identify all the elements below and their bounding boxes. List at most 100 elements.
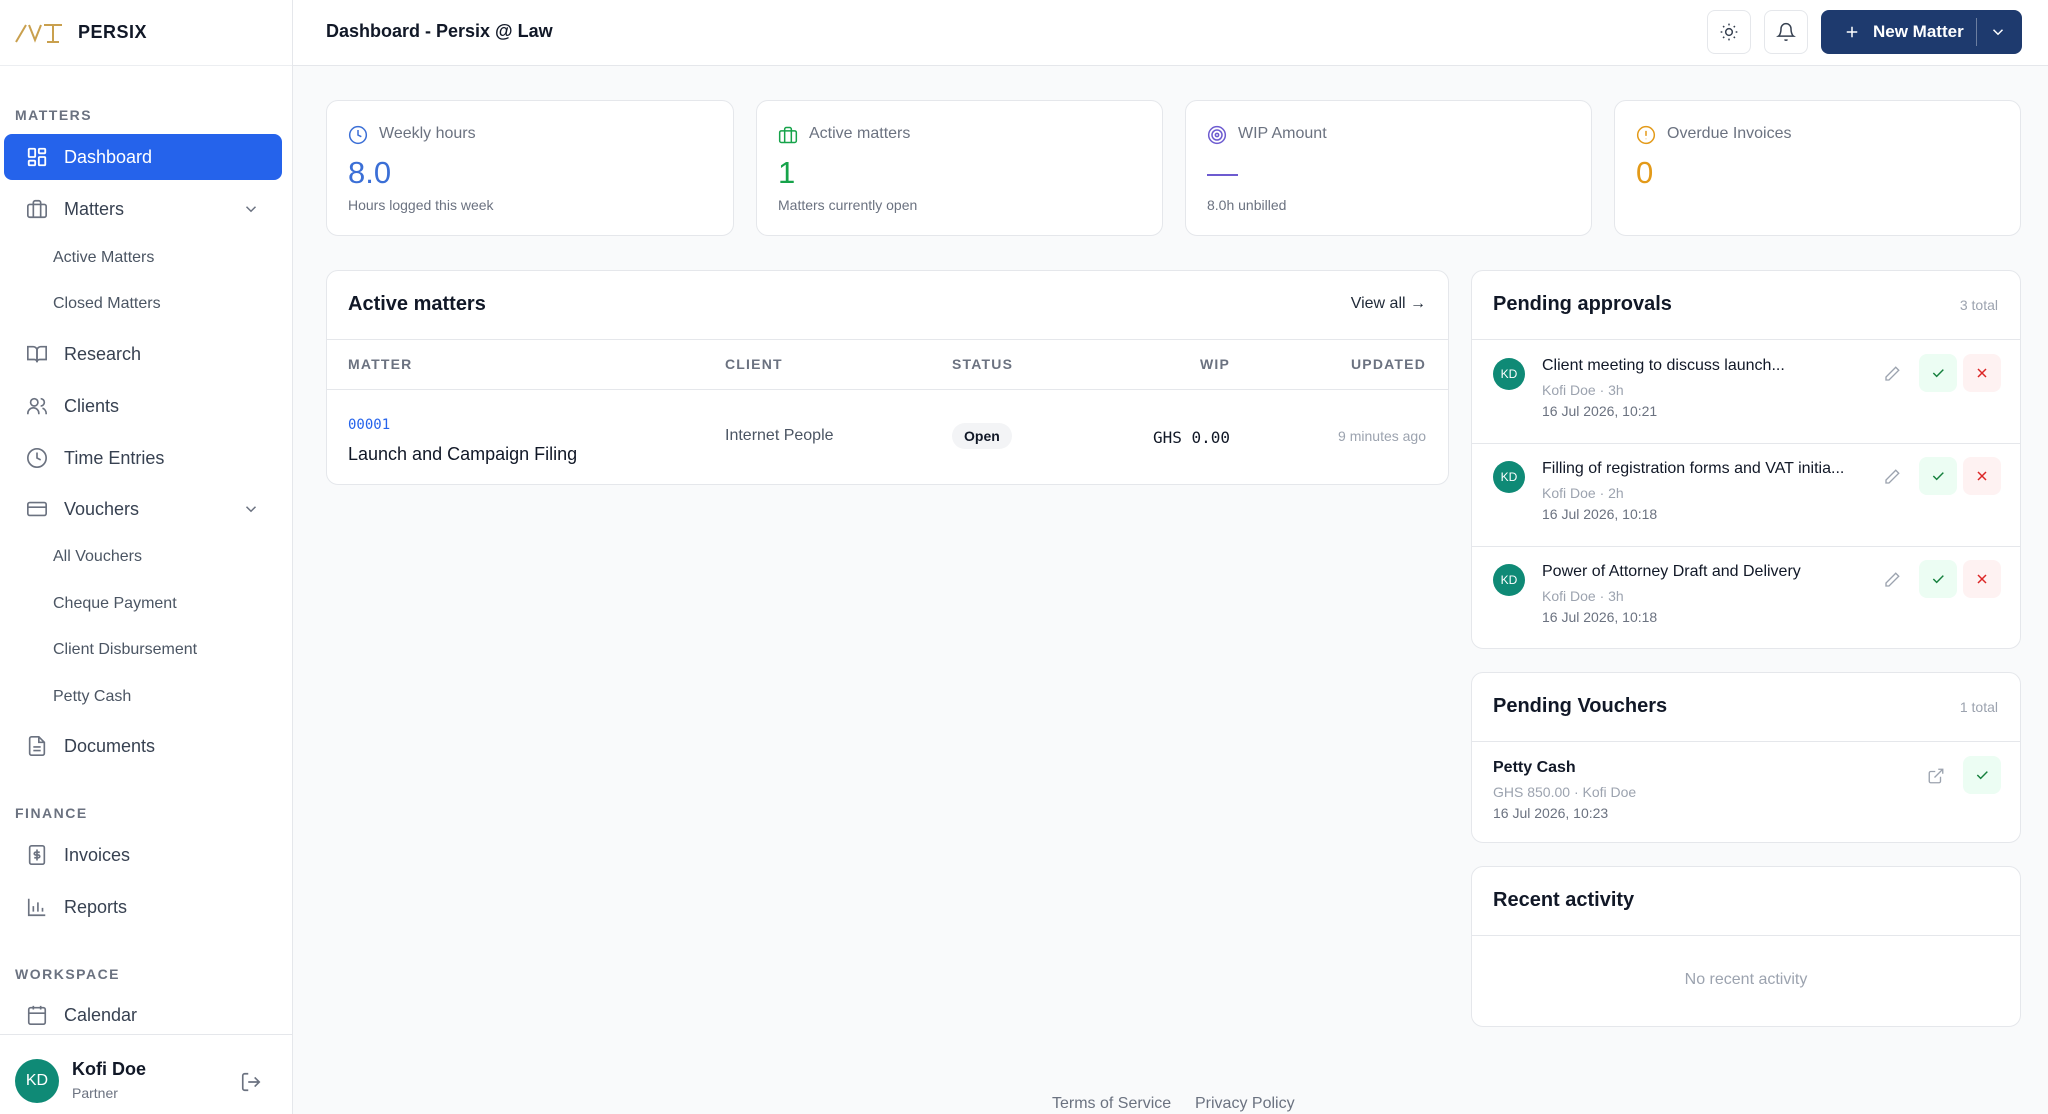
column-header-matter: MATTER — [348, 356, 413, 372]
reject-button[interactable] — [1963, 560, 2001, 598]
approval-title[interactable]: Power of Attorney Draft and Delivery — [1542, 563, 1801, 581]
avatar: KD — [1493, 461, 1525, 493]
approve-button[interactable] — [1919, 560, 1957, 598]
approve-button[interactable] — [1919, 354, 1957, 392]
chevron-down-icon[interactable] — [1989, 23, 2007, 41]
sidebar-subitem-active-matters[interactable]: Active Matters — [53, 249, 154, 267]
file-text-icon — [28, 736, 46, 756]
persix-logo-icon — [15, 23, 62, 43]
avatar[interactable]: KD — [15, 1059, 59, 1103]
check-icon — [1976, 771, 1988, 780]
clock-icon — [348, 125, 368, 145]
pencil-icon[interactable] — [1883, 365, 1901, 383]
users-icon — [27, 397, 47, 415]
external-link-icon[interactable] — [1927, 767, 1945, 785]
wip-amount: GHS 0.00 — [1152, 428, 1230, 447]
check-icon — [1932, 575, 1944, 584]
column-header-updated: UPDATED — [1350, 356, 1426, 372]
sidebar-item-documents[interactable]: Documents — [4, 723, 282, 769]
page-title: Dashboard - Persix @ Law — [326, 21, 553, 41]
brand[interactable]: PERSIX — [0, 0, 292, 66]
check-icon — [1932, 369, 1944, 378]
alert-circle-icon — [1636, 125, 1656, 145]
approval-item: KD Client meeting to discuss launch... K… — [1472, 340, 2020, 443]
chevron-down-icon — [245, 506, 257, 513]
sidebar-subitem-petty-cash[interactable]: Petty Cash — [53, 688, 131, 706]
privacy-link[interactable]: Privacy Policy — [1195, 1095, 1295, 1113]
sidebar-subitem-client-disbursement[interactable]: Client Disbursement — [53, 641, 197, 659]
sidebar-item-time-entries[interactable]: Time Entries — [4, 435, 282, 481]
approve-button[interactable] — [1963, 756, 2001, 794]
stat-label: Overdue Invoices — [1667, 125, 1792, 142]
sidebar-item-matters[interactable]: Matters — [4, 186, 282, 232]
voucher-title[interactable]: Petty Cash — [1493, 759, 1576, 777]
divider — [327, 389, 1448, 390]
sidebar-subitem-cheque-payment[interactable]: Cheque Payment — [53, 595, 177, 613]
divider — [327, 339, 1448, 340]
new-matter-label: New Matter — [1873, 22, 1964, 41]
sidebar-item-label: Calendar — [64, 1004, 138, 1025]
stat-label: Active matters — [809, 125, 911, 142]
divider — [1472, 935, 2020, 936]
invoice-dollar-icon — [28, 845, 46, 865]
sidebar-item-label: Clients — [64, 395, 120, 416]
stat-value: 1 — [778, 155, 796, 190]
voucher-item: Petty Cash GHS 850.00 · Kofi Doe 16 Jul … — [1472, 742, 2020, 845]
sidebar-subitem-all-vouchers[interactable]: All Vouchers — [53, 548, 142, 566]
approve-button[interactable] — [1919, 457, 1957, 495]
reject-button[interactable] — [1963, 354, 2001, 392]
sidebar-item-dashboard[interactable]: Dashboard — [4, 134, 282, 180]
terms-link[interactable]: Terms of Service — [1052, 1095, 1171, 1113]
sidebar-item-vouchers[interactable]: Vouchers — [4, 486, 282, 532]
stat-card-weekly-hours: Weekly hours 8.0 Hours logged this week — [326, 100, 734, 236]
stat-card-wip-amount: WIP Amount — 8.0h unbilled — [1185, 100, 1592, 236]
check-icon — [1932, 472, 1944, 481]
stat-value: — — [1207, 155, 1238, 190]
button-divider — [1976, 18, 1977, 46]
sidebar-item-invoices[interactable]: Invoices — [4, 832, 282, 878]
approval-meta: Kofi Doe · 3h — [1542, 382, 1624, 398]
target-icon — [1207, 125, 1227, 145]
count-badge: 3 total — [1959, 297, 1998, 313]
close-icon — [1977, 368, 1987, 378]
pencil-icon[interactable] — [1883, 571, 1901, 589]
sidebar-item-research[interactable]: Research — [4, 331, 282, 377]
view-all-link[interactable]: View all → — [1351, 295, 1426, 313]
matter-code-link[interactable]: 00001 — [348, 417, 390, 433]
theme-toggle-button[interactable] — [1707, 10, 1751, 54]
status-badge: Open — [952, 423, 1012, 449]
sidebar-item-label: Reports — [64, 896, 128, 917]
pencil-icon[interactable] — [1883, 468, 1901, 486]
plus-icon — [1846, 26, 1858, 38]
avatar: KD — [1493, 564, 1525, 596]
sidebar-item-reports[interactable]: Reports — [4, 884, 282, 930]
new-matter-button[interactable]: New Matter — [1821, 10, 2022, 54]
voucher-date: 16 Jul 2026, 10:23 — [1493, 805, 1609, 821]
calendar-icon — [27, 1005, 47, 1025]
voucher-meta: GHS 850.00 · Kofi Doe — [1493, 784, 1637, 800]
approval-title[interactable]: Filling of registration forms and VAT in… — [1542, 460, 1844, 478]
approval-title[interactable]: Client meeting to discuss launch... — [1542, 357, 1785, 375]
stat-card-overdue-invoices: Overdue Invoices 0 — [1614, 100, 2021, 236]
stat-value: 8.0 — [348, 155, 392, 190]
stat-sub: Matters currently open — [778, 197, 918, 213]
sidebar-item-calendar[interactable]: Calendar — [4, 992, 282, 1038]
book-open-icon — [27, 345, 47, 363]
panel-title: Active matters — [348, 293, 486, 315]
briefcase-icon — [27, 199, 47, 219]
logout-icon[interactable] — [240, 1071, 262, 1093]
notifications-button[interactable] — [1764, 10, 1808, 54]
sidebar-item-label: Vouchers — [64, 498, 140, 519]
active-matters-panel: Active matters View all → MATTER CLIENT … — [326, 270, 1449, 485]
sidebar: PERSIX MATTERS Dashboard Matters Active … — [0, 0, 293, 1114]
sidebar-item-label: Dashboard — [64, 146, 153, 167]
user-role: Partner — [72, 1085, 118, 1101]
approval-item: KD Power of Attorney Draft and Delivery … — [1472, 546, 2020, 649]
approval-date: 16 Jul 2026, 10:18 — [1542, 506, 1658, 522]
stat-value: 0 — [1636, 155, 1654, 190]
sidebar-subitem-closed-matters[interactable]: Closed Matters — [53, 295, 161, 313]
sun-icon — [1720, 23, 1738, 41]
stat-label: WIP Amount — [1238, 125, 1327, 142]
reject-button[interactable] — [1963, 457, 2001, 495]
sidebar-item-clients[interactable]: Clients — [4, 383, 282, 429]
